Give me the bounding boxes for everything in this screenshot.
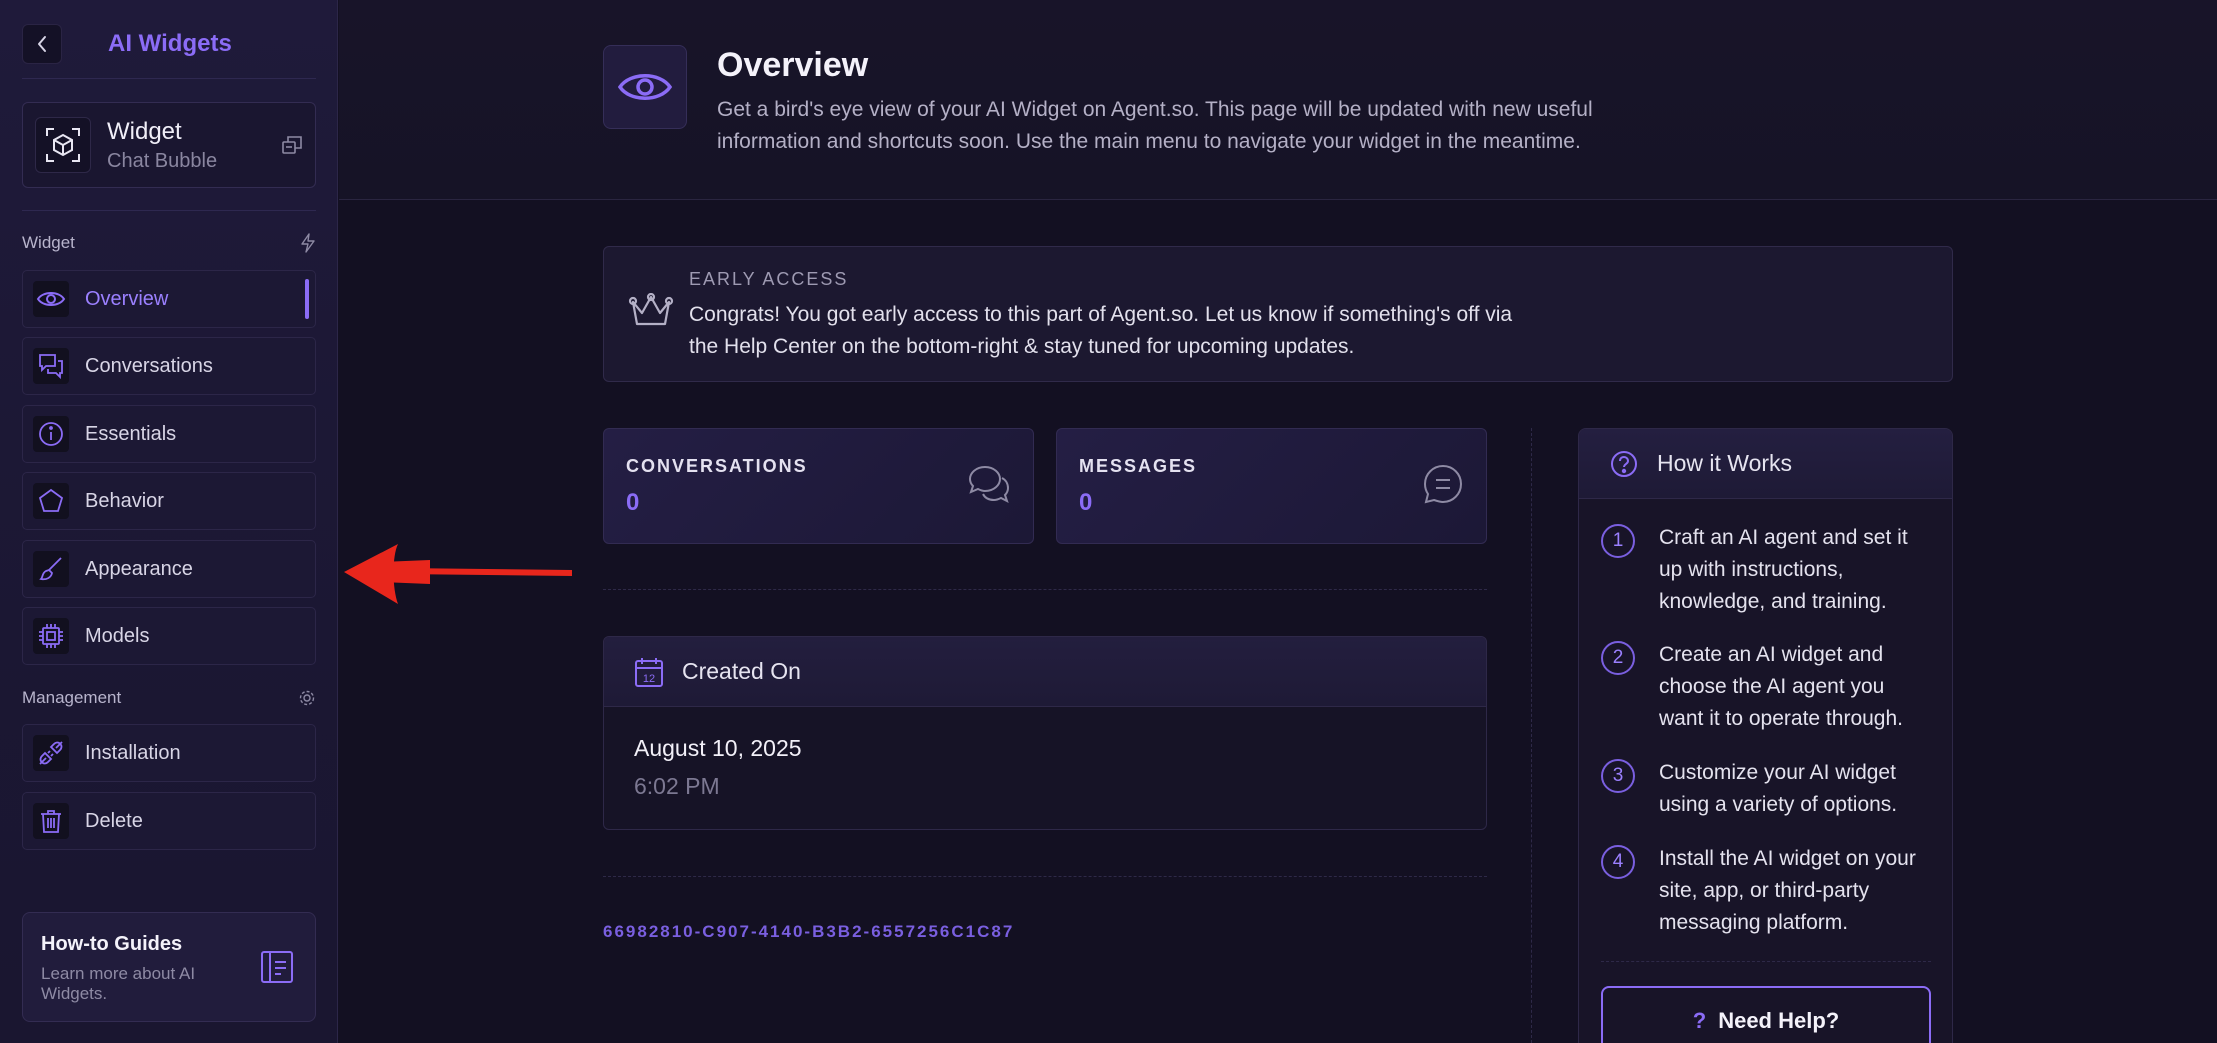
how-it-works-title: How it Works: [1657, 450, 1793, 476]
created-date: August 10, 2025: [634, 735, 802, 761]
sidebar-item-models[interactable]: Models: [22, 607, 316, 665]
need-help-label: Need Help?: [1718, 1008, 1840, 1033]
stat-label: MESSAGES: [1079, 456, 1198, 476]
overview-icon-box: [603, 45, 687, 129]
svg-text:12: 12: [643, 673, 655, 685]
stat-conversations: CONVERSATIONS 0: [603, 428, 1034, 544]
step-item: 3 Customize your AI widget using a varie…: [1601, 759, 1929, 821]
plug-icon: [39, 741, 63, 765]
annotation-arrow-icon: [344, 544, 572, 604]
cpu-icon: [39, 624, 63, 648]
section-widget: Widget: [22, 232, 316, 254]
eye-icon: [617, 74, 673, 100]
widget-icon-box: [35, 117, 91, 173]
step-number: 3: [1601, 759, 1635, 793]
how-it-works-panel: How it Works 1 Craft an AI agent and set…: [1578, 428, 1953, 1043]
step-number: 4: [1601, 845, 1635, 879]
page-title: Overview: [717, 46, 869, 84]
widget-type: Chat Bubble: [107, 149, 218, 172]
divider: [1531, 428, 1532, 1043]
back-button[interactable]: [22, 24, 62, 64]
widget-name: Widget: [107, 117, 182, 145]
sidebar-item-label: Delete: [85, 809, 143, 832]
divider: [22, 210, 316, 211]
step-item: 2 Create an AI widget and choose the AI …: [1601, 641, 1929, 735]
created-time: 6:02 PM: [634, 773, 720, 799]
chevron-left-icon: [38, 36, 46, 52]
chat-bubbles-icon: [39, 354, 63, 380]
book-icon: [261, 951, 293, 983]
need-help-button[interactable]: ? Need Help?: [1601, 986, 1931, 1043]
section-management: Management: [22, 687, 316, 709]
widget-id[interactable]: 66982810-C907-4140-B3B2-6557256C1C87: [603, 922, 1014, 942]
sidebar-item-installation[interactable]: Installation: [22, 724, 316, 782]
question-circle-icon: [1611, 450, 1637, 477]
sidebar-item-label: Overview: [85, 287, 169, 310]
crown-icon: [628, 293, 674, 326]
brush-icon: [39, 557, 62, 581]
sidebar-item-delete[interactable]: Delete: [22, 792, 316, 850]
sidebar-item-label: Behavior: [85, 489, 164, 512]
early-access-label: EARLY ACCESS: [689, 269, 849, 289]
stat-messages: MESSAGES 0: [1056, 428, 1487, 544]
step-text: Customize your AI widget using a variety…: [1659, 761, 1898, 816]
guides-description: Learn more about AI Widgets.: [41, 964, 196, 1003]
switch-widget-icon[interactable]: [281, 134, 303, 156]
pentagon-icon: [38, 488, 64, 512]
created-on-header: 12 Created On: [604, 637, 1486, 707]
divider: [22, 78, 316, 79]
step-item: 1 Craft an AI agent and set it up with i…: [1601, 524, 1929, 618]
sidebar-item-overview[interactable]: Overview: [22, 270, 316, 328]
sidebar-title: AI Widgets: [108, 30, 232, 57]
info-icon: [39, 422, 63, 446]
gear-icon: [299, 690, 315, 706]
created-on-title: Created On: [682, 658, 801, 684]
divider: [603, 876, 1487, 877]
sidebar-header: AI Widgets: [22, 24, 316, 64]
how-to-guides-card[interactable]: How-to Guides Learn more about AI Widget…: [22, 912, 316, 1022]
stat-label: CONVERSATIONS: [626, 456, 808, 476]
sidebar-item-label: Conversations: [85, 354, 213, 377]
sidebar-item-appearance[interactable]: Appearance: [22, 540, 316, 598]
sidebar: AI Widgets Widget Chat Bubble Widget Ove…: [0, 0, 338, 1043]
question-icon: ?: [1692, 1008, 1707, 1033]
step-text: Install the AI widget on your site, app,…: [1659, 847, 1916, 934]
sidebar-item-behavior[interactable]: Behavior: [22, 472, 316, 530]
divider: [603, 589, 1487, 590]
section-label: Management: [22, 688, 122, 707]
calendar-icon: 12: [635, 657, 663, 687]
divider: [1601, 961, 1931, 962]
step-number: 2: [1601, 641, 1635, 675]
sidebar-item-conversations[interactable]: Conversations: [22, 337, 316, 395]
active-indicator: [305, 279, 309, 319]
step-text: Create an AI widget and choose the AI ag…: [1659, 643, 1903, 730]
sidebar-item-label: Models: [85, 624, 150, 647]
eye-icon: [36, 292, 66, 306]
how-it-works-header: How it Works: [1579, 429, 1952, 499]
section-label: Widget: [22, 233, 75, 252]
widget-card[interactable]: Widget Chat Bubble: [22, 102, 316, 188]
early-access-banner: EARLY ACCESS Congrats! You got early acc…: [603, 246, 1953, 382]
sidebar-item-essentials[interactable]: Essentials: [22, 405, 316, 463]
trash-icon: [41, 810, 61, 833]
stat-value: 0: [626, 489, 640, 516]
step-number: 1: [1601, 524, 1635, 558]
cube-scan-icon: [46, 128, 80, 162]
stat-value: 0: [1079, 489, 1093, 516]
step-item: 4 Install the AI widget on your site, ap…: [1601, 845, 1929, 939]
created-on-card: 12 Created On August 10, 2025 6:02 PM: [603, 636, 1487, 830]
early-access-message: Congrats! You got early access to this p…: [689, 303, 1513, 358]
chat-bubbles-icon: [968, 465, 1010, 503]
sidebar-item-label: Appearance: [85, 557, 193, 580]
message-icon: [1423, 464, 1463, 504]
sidebar-item-label: Essentials: [85, 422, 177, 445]
step-text: Craft an AI agent and set it up with ins…: [1659, 526, 1908, 613]
sidebar-item-label: Installation: [85, 741, 181, 764]
bolt-icon: [301, 233, 315, 253]
page-description: Get a bird's eye view of your AI Widget …: [717, 98, 1593, 153]
